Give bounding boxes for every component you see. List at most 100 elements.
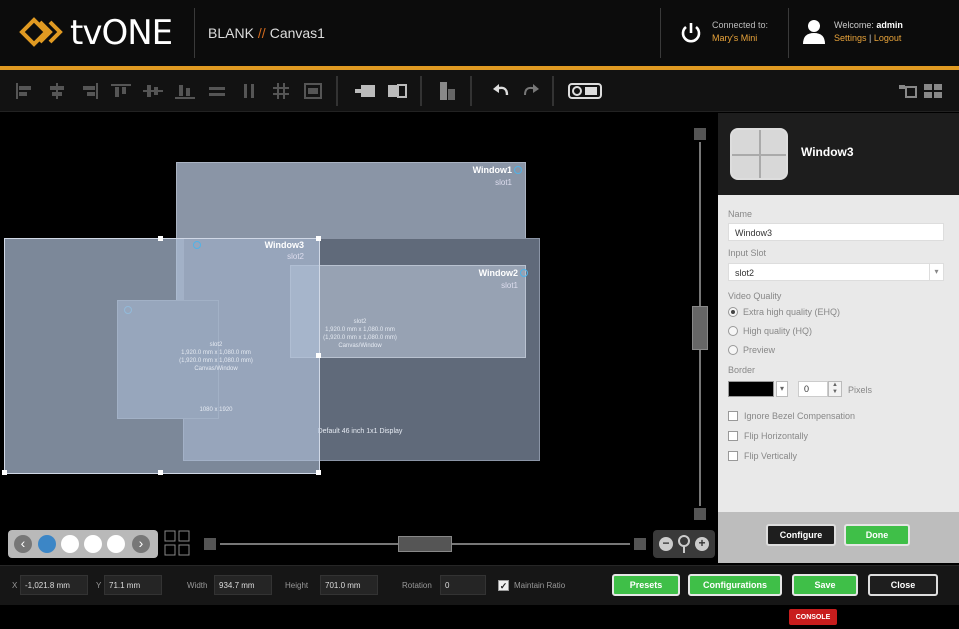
align-left-icon[interactable] xyxy=(14,80,36,102)
scroll-up-button[interactable] xyxy=(694,128,706,140)
checkbox-icon[interactable] xyxy=(728,451,738,461)
align-right-icon[interactable] xyxy=(78,80,100,102)
layers-icon[interactable] xyxy=(436,80,458,102)
align-center-icon[interactable] xyxy=(46,80,68,102)
scroll-down-button[interactable] xyxy=(694,508,706,520)
window-3-info-dims: (1,920.0 mm x 1,080.0 mm) xyxy=(179,358,253,364)
distribute-horizontal-icon[interactable] xyxy=(206,80,228,102)
radio-selected-icon[interactable] xyxy=(728,307,738,317)
project-name[interactable]: BLANK xyxy=(208,25,254,41)
undo-icon[interactable] xyxy=(490,80,512,102)
top-bar: tvONE BLANK//Canvas1 Connected to: Mary'… xyxy=(0,0,959,66)
console-button[interactable]: CONSOLE xyxy=(789,609,837,625)
stepper-icon[interactable]: ▲ ▼ xyxy=(828,381,842,397)
name-input[interactable]: Window3 xyxy=(728,223,944,241)
vertical-scrollbar[interactable] xyxy=(692,128,708,520)
resize-handle-top-right[interactable] xyxy=(316,236,321,241)
resize-handle-bottom-left[interactable] xyxy=(2,470,7,475)
view-list-icon[interactable] xyxy=(896,80,918,102)
zoom-in-icon[interactable]: + xyxy=(695,537,709,551)
rotation-label: Rotation xyxy=(402,581,432,590)
x-label: X xyxy=(12,581,18,590)
toolbar xyxy=(0,70,959,112)
done-button[interactable]: Done xyxy=(844,524,910,546)
radio-icon[interactable] xyxy=(728,326,738,336)
window-3-info-label: slot2 xyxy=(209,342,223,348)
align-top-icon[interactable] xyxy=(110,80,132,102)
properties-panel: Window3 Name Window3 Input Slot slot2 ▾ … xyxy=(718,113,959,563)
maintain-ratio-checkbox[interactable]: ✓ xyxy=(498,580,509,591)
width-input[interactable]: 934.7 mm xyxy=(214,575,272,595)
window-2-title: Window2 xyxy=(478,268,518,278)
next-page-icon[interactable]: › xyxy=(132,535,150,553)
input-slot-select[interactable]: slot2 ▾ xyxy=(728,263,944,281)
quality-option-ehq[interactable]: Extra high quality (EHQ) xyxy=(728,307,840,317)
page-dot[interactable] xyxy=(107,535,125,553)
redo-icon[interactable] xyxy=(520,80,542,102)
page-dot[interactable] xyxy=(84,535,102,553)
flip-horizontal-checkbox[interactable]: Flip Horizontally xyxy=(728,431,808,441)
close-button[interactable]: Close xyxy=(868,574,938,596)
view-grid-icon[interactable] xyxy=(922,80,944,102)
align-middle-icon[interactable] xyxy=(142,80,164,102)
user-avatar-icon xyxy=(803,20,825,44)
ignore-bezel-checkbox[interactable]: Ignore Bezel Compensation xyxy=(728,411,855,421)
canvas-area[interactable]: Window1 slot1 Window2 slot1 slot2 1,920.… xyxy=(0,113,718,563)
page-dot[interactable] xyxy=(61,535,79,553)
grid-icon[interactable] xyxy=(270,80,292,102)
username: admin xyxy=(876,20,903,30)
window-2-link-icon xyxy=(520,269,528,277)
border-color-swatch[interactable] xyxy=(728,381,774,397)
checkbox-icon[interactable] xyxy=(728,411,738,421)
window-3-resolution: 1080 x 1920 xyxy=(199,407,233,413)
toolbar-divider xyxy=(552,76,554,106)
save-button[interactable]: Save xyxy=(792,574,858,596)
distribute-vertical-icon[interactable] xyxy=(238,80,260,102)
checkbox-icon[interactable] xyxy=(728,431,738,441)
toolbar-divider xyxy=(420,76,422,106)
radio-icon[interactable] xyxy=(728,345,738,355)
divider xyxy=(788,8,789,58)
maintain-ratio-label: Maintain Ratio xyxy=(514,581,566,590)
scroll-thumb[interactable] xyxy=(692,306,708,350)
rotation-input[interactable]: 0 xyxy=(440,575,486,595)
prev-page-icon[interactable]: ‹ xyxy=(14,535,32,553)
send-to-back-icon[interactable] xyxy=(386,80,408,102)
page-grid-icon[interactable] xyxy=(164,530,194,558)
x-input[interactable]: -1,021.8 mm xyxy=(20,575,88,595)
presets-button[interactable]: Presets xyxy=(612,574,680,596)
resize-handle-bottom[interactable] xyxy=(158,470,163,475)
fill-icon[interactable] xyxy=(302,80,324,102)
canvas-name[interactable]: Canvas1 xyxy=(270,25,325,41)
settings-link[interactable]: Settings xyxy=(834,33,867,43)
page-dot-active[interactable] xyxy=(38,535,56,553)
align-bottom-icon[interactable] xyxy=(174,80,196,102)
border-width-input[interactable]: 0 xyxy=(798,381,828,397)
flip-vertical-checkbox[interactable]: Flip Vertically xyxy=(728,451,797,461)
quality-option-label: Preview xyxy=(743,345,776,355)
zoom-out-icon[interactable]: − xyxy=(659,537,673,551)
color-dropdown-icon[interactable]: ▾ xyxy=(776,381,788,397)
configurations-button[interactable]: Configurations xyxy=(688,574,782,596)
resize-handle-top[interactable] xyxy=(158,236,163,241)
logout-link[interactable]: Logout xyxy=(874,33,902,43)
panel-window-name: Window3 xyxy=(801,145,854,159)
resize-handle-bottom-right[interactable] xyxy=(316,470,321,475)
chevron-down-icon[interactable]: ▾ xyxy=(929,264,943,280)
preview-toggle-icon[interactable] xyxy=(568,80,602,102)
window-1-slot: slot1 xyxy=(495,178,512,187)
hscroll-thumb[interactable] xyxy=(398,536,452,552)
quality-option-hq[interactable]: High quality (HQ) xyxy=(728,326,812,336)
y-input[interactable]: 71.1 mm xyxy=(104,575,162,595)
hscroll-left-button[interactable] xyxy=(204,538,216,550)
toolbar-divider xyxy=(470,76,472,106)
quality-option-preview[interactable]: Preview xyxy=(728,345,775,355)
configure-button[interactable]: Configure xyxy=(766,524,836,546)
tvone-logo-icon xyxy=(19,17,63,47)
bring-to-front-icon[interactable] xyxy=(354,80,376,102)
window-2-slot: slot1 xyxy=(501,281,518,290)
hscroll-right-button[interactable] xyxy=(634,538,646,550)
height-input[interactable]: 701.0 mm xyxy=(320,575,378,595)
resize-handle-right[interactable] xyxy=(316,353,321,358)
locate-pin-icon[interactable] xyxy=(676,534,692,554)
